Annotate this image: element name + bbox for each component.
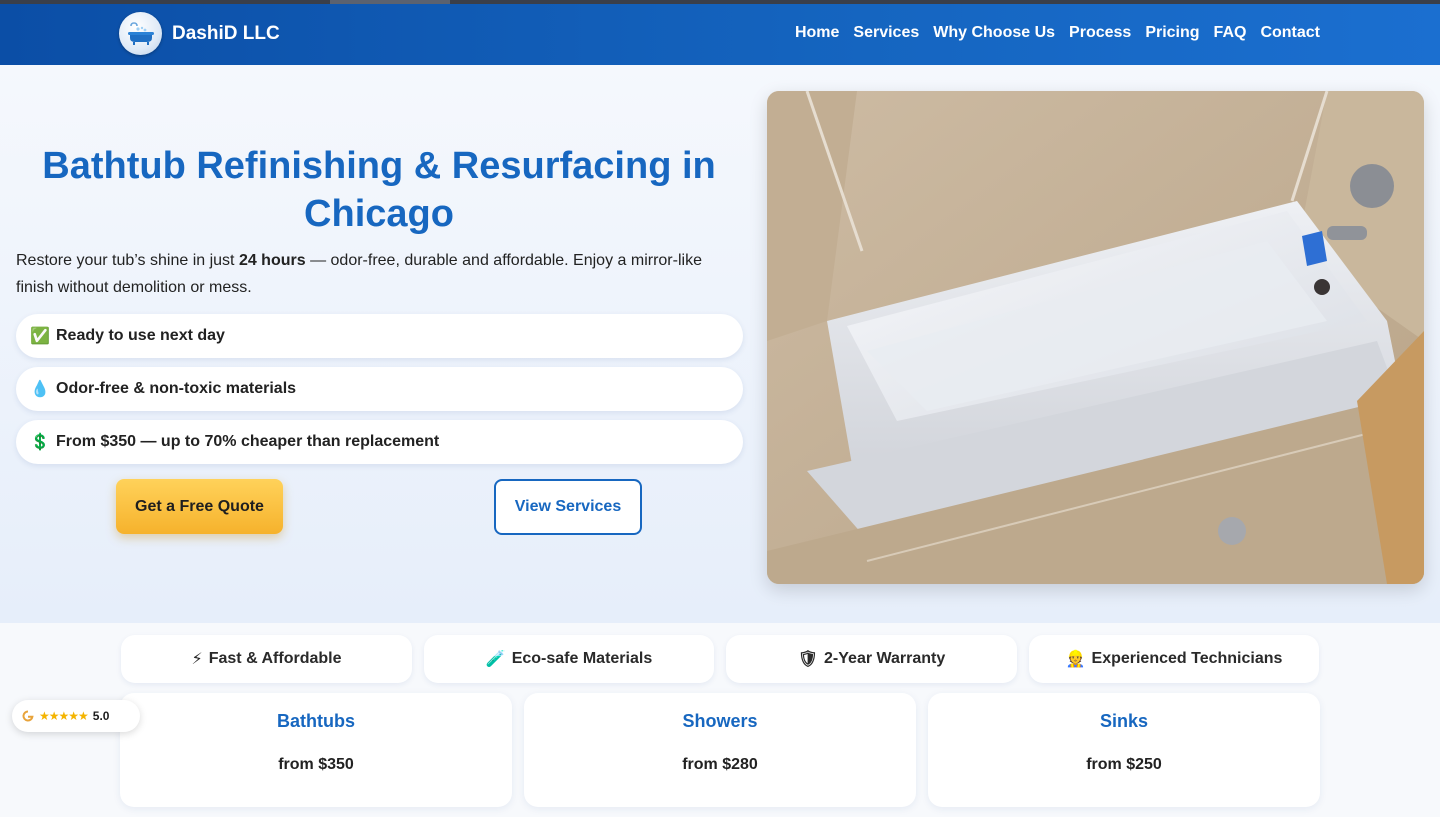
rating-badge[interactable]: ★★★★★ 5.0 bbox=[12, 700, 140, 732]
lead-highlight: 24 hours bbox=[238, 252, 306, 269]
badge-fast-affordable: ⚡ Fast & Affordable bbox=[121, 635, 412, 683]
page-title: Bathtub Refinishing & Resurfacing in Chi… bbox=[42, 145, 716, 235]
nav-process[interactable]: Process bbox=[1069, 24, 1131, 42]
hero-section: Bathtub Refinishing & Resurfacing in Chi… bbox=[0, 65, 1440, 623]
feature-label: Odor-free & non-toxic materials bbox=[56, 380, 297, 397]
badge-eco-safe: 🧪 Eco-safe Materials bbox=[424, 635, 714, 683]
card-title: Sinks bbox=[1099, 711, 1149, 731]
get-free-quote-button[interactable]: Get a Free Quote bbox=[116, 479, 283, 534]
badge-label: 2-Year Warranty bbox=[824, 650, 946, 667]
card-price: from $280 bbox=[682, 756, 758, 773]
badge-label: Experienced Technicians bbox=[1091, 650, 1283, 667]
check-icon: ✅ bbox=[30, 328, 50, 345]
technician-icon: 👷 bbox=[1065, 651, 1086, 668]
pricing-card-showers[interactable]: Showers from $280 bbox=[524, 693, 916, 807]
hero-lead: Restore your tub’s shine in just 24 hour… bbox=[16, 247, 736, 301]
card-price: from $250 bbox=[1086, 756, 1162, 773]
feature-label: Ready to use next day bbox=[56, 327, 225, 344]
feature-price: 💲 From $350 — up to 70% cheaper than rep… bbox=[16, 420, 743, 464]
dollar-icon: 💲 bbox=[30, 434, 50, 451]
card-title: Showers bbox=[682, 711, 758, 731]
lightning-icon: ⚡ bbox=[191, 651, 203, 668]
site-header: DashiD LLC Home Services Why Choose Us P… bbox=[0, 4, 1440, 65]
highlights-section: ⚡ Fast & Affordable 🧪 Eco-safe Materials… bbox=[0, 623, 1440, 817]
nav-faq[interactable]: FAQ bbox=[1214, 24, 1247, 42]
pricing-card-sinks[interactable]: Sinks from $250 bbox=[928, 693, 1320, 807]
nav-why-choose-us[interactable]: Why Choose Us bbox=[933, 24, 1055, 42]
badge-technicians: 👷 Experienced Technicians bbox=[1029, 635, 1319, 683]
google-icon bbox=[22, 710, 34, 722]
nav-services[interactable]: Services bbox=[853, 24, 919, 42]
feature-ready-next-day: ✅ Ready to use next day bbox=[16, 314, 743, 358]
main-nav: Home Services Why Choose Us Process Pric… bbox=[795, 24, 1320, 42]
badge-label: Fast & Affordable bbox=[208, 650, 342, 667]
badge-label: Eco-safe Materials bbox=[511, 650, 653, 667]
badge-warranty: 🛡 2-Year Warranty bbox=[726, 635, 1017, 683]
rating-score: 5.0 bbox=[92, 709, 110, 723]
nav-home[interactable]: Home bbox=[795, 24, 839, 42]
droplet-icon: 💧 bbox=[30, 381, 50, 398]
bathtub-photo bbox=[767, 91, 1424, 584]
card-price: from $350 bbox=[278, 756, 354, 773]
brand[interactable]: DashiD LLC bbox=[119, 12, 280, 55]
nav-pricing[interactable]: Pricing bbox=[1145, 24, 1199, 42]
brand-name: DashiD LLC bbox=[172, 22, 280, 44]
pricing-card-bathtubs[interactable]: Bathtubs from $350 bbox=[120, 693, 512, 807]
view-services-button[interactable]: View Services bbox=[494, 479, 642, 535]
bathtub-icon bbox=[119, 12, 162, 55]
lead-text-start: Restore your tub’s shine in just bbox=[16, 252, 239, 269]
feature-label: From $350 — up to 70% cheaper than repla… bbox=[56, 433, 440, 450]
shield-icon: 🛡 bbox=[797, 651, 819, 668]
card-title: Bathtubs bbox=[277, 711, 355, 731]
feature-odor-free: 💧 Odor-free & non-toxic materials bbox=[16, 367, 743, 411]
nav-contact[interactable]: Contact bbox=[1260, 24, 1320, 42]
star-rating: ★★★★★ bbox=[39, 709, 89, 723]
test-tube-icon: 🧪 bbox=[485, 651, 506, 668]
